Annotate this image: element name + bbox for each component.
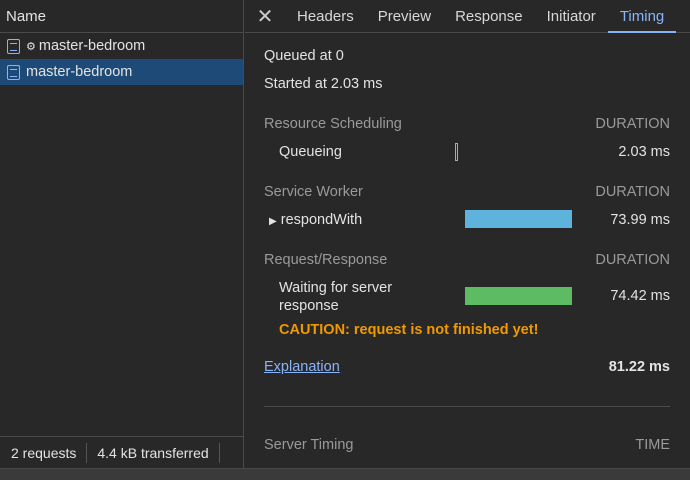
queueing-row: Queueing 2.03 ms [264, 143, 670, 161]
queueing-value: 2.03 ms [618, 144, 670, 160]
tab-timing[interactable]: Timing [607, 0, 677, 33]
waiting-label: Waiting for server response [279, 280, 393, 314]
service-worker-section: Service Worker DURATION [264, 184, 670, 200]
tab-initiator[interactable]: Initiator [535, 0, 608, 33]
divider [264, 406, 670, 407]
tab-headers[interactable]: Headers [285, 0, 366, 33]
waiting-value: 74.42 ms [610, 288, 670, 304]
section-title: Service Worker [264, 184, 363, 200]
started-at: Started at 2.03 ms [264, 76, 383, 92]
expand-triangle-icon[interactable]: ▶ [264, 216, 277, 227]
waiting-row: Waiting for server response 74.42 ms [264, 279, 670, 315]
time-header: TIME [635, 437, 670, 453]
total-row: Explanation 81.22 ms [264, 359, 670, 375]
tab-preview[interactable]: Preview [366, 0, 443, 33]
duration-header: DURATION [595, 252, 670, 268]
queued-at: Queued at 0 [264, 48, 344, 64]
name-column-header[interactable]: Name [0, 0, 243, 33]
transferred-size: 4.4 kB transferred [97, 444, 209, 461]
section-title: Resource Scheduling [264, 116, 402, 132]
caution-message: CAUTION: request is not finished yet! [279, 322, 539, 338]
respond-with-label: respondWith [280, 212, 363, 228]
request-name: master-bedroom [38, 38, 146, 54]
resource-scheduling-section: Resource Scheduling DURATION [264, 116, 670, 132]
details-panel: ✕ Headers Preview Response Initiator Tim… [245, 0, 690, 468]
document-icon [7, 64, 20, 80]
total-value: 81.22 ms [608, 359, 670, 375]
request-response-section: Request/Response DURATION [264, 252, 670, 268]
close-icon[interactable]: ✕ [245, 4, 285, 29]
request-count: 2 requests [11, 444, 77, 461]
queueing-bar [455, 143, 458, 161]
waiting-bar [465, 287, 572, 305]
duration-header: DURATION [595, 116, 670, 132]
divider [86, 442, 88, 463]
divider [218, 442, 220, 463]
request-name: master-bedroom [26, 64, 133, 80]
respond-with-bar [465, 210, 572, 228]
explanation-link[interactable]: Explanation [264, 359, 340, 375]
status-bar: 2 requests 4.4 kB transferred [0, 436, 243, 468]
respond-with-value: 73.99 ms [610, 212, 670, 228]
queueing-label: Queueing [279, 144, 342, 160]
section-title: Server Timing [264, 437, 354, 453]
duration-header: DURATION [595, 184, 670, 200]
tab-response[interactable]: Response [443, 0, 535, 33]
request-list: Name ⚙ master-bedroom master-bedroom 2 r… [0, 0, 244, 468]
document-icon [7, 38, 20, 54]
gear-icon: ⚙ [26, 40, 36, 53]
section-title: Request/Response [264, 252, 388, 268]
tab-bar: ✕ Headers Preview Response Initiator Tim… [245, 0, 690, 33]
request-row[interactable]: ⚙ master-bedroom [0, 33, 243, 59]
respond-with-row[interactable]: ▶ respondWith 73.99 ms [264, 210, 670, 228]
server-timing-section: Server Timing TIME [264, 437, 670, 453]
request-row-selected[interactable]: master-bedroom [0, 59, 243, 85]
drawer-bar [0, 468, 690, 480]
